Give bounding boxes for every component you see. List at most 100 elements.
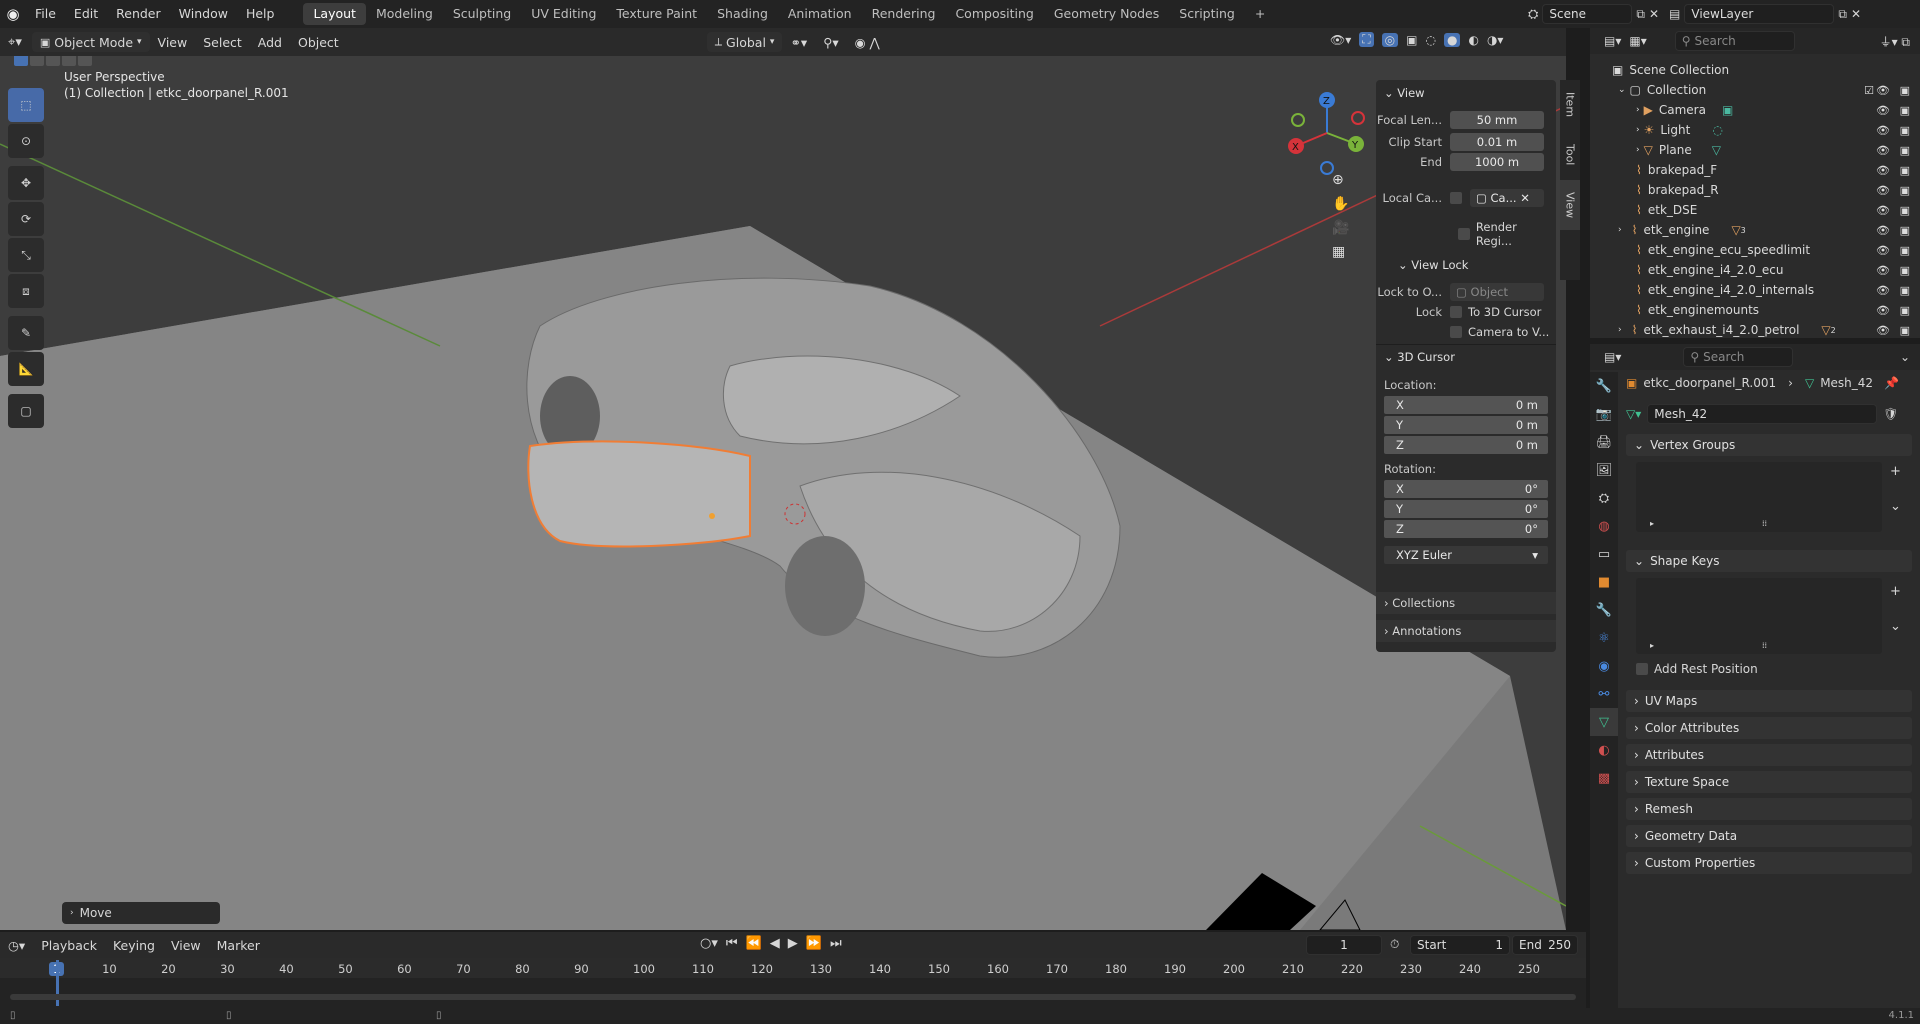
viewport-menu-view[interactable]: View [150, 35, 196, 50]
timeline-menu-view[interactable]: View [163, 938, 209, 953]
eye-icon[interactable]: 👁 [1876, 244, 1890, 257]
end-frame-field[interactable]: End 250 [1512, 935, 1578, 955]
shape-keys-section[interactable]: ⌄ Shape Keys [1626, 550, 1912, 572]
texture-space-section[interactable]: › Texture Space [1626, 771, 1912, 793]
cursor-rotation-x[interactable]: X 0° [1384, 480, 1548, 498]
menu-file[interactable]: File [26, 0, 65, 28]
tab-animation[interactable]: Animation [778, 3, 862, 25]
outliner-row-etk-engine[interactable]: › ⌇ etk_engine ▽ 3 👁 ▣ [1590, 220, 1920, 240]
eye-icon[interactable]: 👁 [1876, 224, 1890, 237]
shape-keys-list[interactable]: ▸ ⁞⁞ [1636, 578, 1882, 654]
start-frame-field[interactable]: Start 1 [1410, 935, 1510, 955]
properties-search-input[interactable]: ⚲ Search [1683, 347, 1794, 367]
shape-key-menu-icon[interactable]: ⌄ [1890, 619, 1901, 634]
modifier-properties-icon[interactable]: 🔧 [1590, 596, 1618, 624]
select-invert-icon[interactable] [78, 56, 92, 66]
mesh-children-icon[interactable]: ▽ [1821, 323, 1830, 337]
rotate-tool-icon[interactable]: ⟳ [8, 202, 44, 236]
clip-start-field[interactable]: 0.01 m [1450, 133, 1544, 151]
chevron-right-icon[interactable]: › [1618, 325, 1622, 335]
outliner-row-camera[interactable]: › ▶ Camera ▣ 👁 ▣ [1590, 100, 1920, 120]
custom-properties-section[interactable]: › Custom Properties [1626, 852, 1912, 874]
viewport-menu-add[interactable]: Add [250, 35, 290, 50]
xray-icon[interactable]: ▣ [1406, 33, 1417, 47]
expand-icon[interactable]: ▸ [1650, 641, 1654, 650]
add-cube-tool-icon[interactable]: ▢ [8, 394, 44, 428]
camera-to-view-checkbox[interactable] [1450, 326, 1462, 338]
resize-handle-icon[interactable]: ⁞⁞ [1762, 641, 1767, 650]
play-reverse-icon[interactable]: ◀ [770, 936, 780, 951]
clip-end-field[interactable]: 1000 m [1450, 153, 1544, 171]
uv-maps-section[interactable]: › UV Maps [1626, 690, 1912, 712]
selected-door-panel[interactable] [527, 440, 751, 548]
render-camera-icon[interactable]: ▣ [1900, 164, 1910, 177]
outliner-row-internals[interactable]: ⌇ etk_engine_i4_2.0_internals 👁 ▣ [1590, 280, 1920, 300]
mesh-data-icon[interactable]: ▽ [1712, 143, 1721, 157]
material-shading-icon[interactable]: ◐ [1468, 33, 1478, 47]
add-vertex-group-icon[interactable]: + [1890, 464, 1901, 479]
select-intersect-icon[interactable] [62, 56, 76, 66]
chevron-right-icon[interactable]: › [1636, 125, 1640, 135]
timeline-editor-type-icon[interactable]: ◷▾ [0, 938, 33, 953]
timeline[interactable]: 1102030405060708090100110120130140150160… [0, 958, 1586, 1008]
timeline-menu-marker[interactable]: Marker [209, 938, 268, 953]
lock-to-object-field[interactable]: ▢ Object [1450, 283, 1544, 301]
chevron-down-icon[interactable]: ⌄ [1384, 350, 1394, 364]
render-camera-icon[interactable]: ▣ [1900, 124, 1910, 137]
chevron-right-icon[interactable]: › [1636, 145, 1640, 155]
select-new-icon[interactable] [14, 56, 28, 66]
timeline-menu-keying[interactable]: Keying [105, 938, 163, 953]
menu-window[interactable]: Window [170, 0, 237, 28]
breadcrumb-object[interactable]: etkc_doorpanel_R.001 [1643, 376, 1776, 390]
gizmo-toggle-icon[interactable]: ⛶ [1359, 32, 1374, 47]
expand-icon[interactable]: ▸ [1650, 519, 1654, 528]
render-camera-icon[interactable]: ▣ [1900, 84, 1910, 97]
viewport-menu-object[interactable]: Object [290, 35, 347, 50]
tab-modeling[interactable]: Modeling [366, 3, 443, 25]
chevron-down-icon[interactable]: ⌄ [1900, 350, 1910, 364]
new-view-layer-icon[interactable]: ⧉ [1838, 7, 1847, 22]
tab-scripting[interactable]: Scripting [1169, 3, 1245, 25]
lock-to-cursor-checkbox[interactable] [1450, 306, 1462, 318]
rendered-shading-icon[interactable]: ◑▾ [1487, 33, 1504, 47]
eye-icon[interactable]: 👁 [1876, 84, 1890, 97]
focal-length-field[interactable]: 50 mm [1450, 111, 1544, 129]
select-box-tool-icon[interactable]: ⬚ [8, 88, 44, 122]
eye-icon[interactable]: 👁 [1876, 324, 1890, 337]
scene-selector[interactable]: Scene [1542, 4, 1633, 24]
constraints-properties-icon[interactable]: ⚯ [1590, 680, 1618, 708]
chevron-right-icon[interactable]: › [1618, 225, 1622, 235]
tab-sculpting[interactable]: Sculpting [443, 3, 521, 25]
particles-properties-icon[interactable]: ⚛ [1590, 624, 1618, 652]
physics-properties-icon[interactable]: ◉ [1590, 652, 1618, 680]
checkbox-icon[interactable]: ☑ [1864, 84, 1874, 97]
menu-help[interactable]: Help [237, 0, 284, 28]
filter-icon[interactable]: ⏚▾ ⧉ [1880, 33, 1910, 50]
navigation-gizmo[interactable]: Z Y X [1282, 88, 1372, 178]
cursor-location-x[interactable]: X 0 m [1384, 396, 1548, 414]
current-frame-field[interactable]: 1 [1306, 935, 1382, 955]
delete-scene-icon[interactable]: ✕ [1649, 7, 1659, 21]
tab-texture-paint[interactable]: Texture Paint [606, 3, 707, 25]
properties-editor-type-icon[interactable]: ▤▾ [1604, 350, 1621, 364]
annotations-section[interactable]: › Annotations [1376, 620, 1556, 642]
tab-shading[interactable]: Shading [707, 3, 778, 25]
add-rest-position-row[interactable]: Add Rest Position [1636, 662, 1758, 676]
tab-view[interactable]: View [1560, 180, 1580, 230]
menu-render[interactable]: Render [107, 0, 170, 28]
move-tool-icon[interactable]: ✥ [8, 166, 44, 200]
camera-view-icon[interactable]: 🎥 [1332, 220, 1349, 236]
scale-tool-icon[interactable]: ⤡ [8, 238, 44, 272]
mesh-browse-icon[interactable]: ▽▾ [1626, 407, 1641, 421]
attributes-section[interactable]: › Attributes [1626, 744, 1912, 766]
tab-compositing[interactable]: Compositing [945, 3, 1043, 25]
render-camera-icon[interactable]: ▣ [1900, 264, 1910, 277]
tab-rendering[interactable]: Rendering [862, 3, 946, 25]
render-camera-icon[interactable]: ▣ [1900, 284, 1910, 297]
tab-geometry-nodes[interactable]: Geometry Nodes [1044, 3, 1169, 25]
view-layer-icon[interactable]: ▤ [1669, 7, 1680, 21]
resize-handle-icon[interactable]: ⁞⁞ [1762, 519, 1767, 528]
vertex-group-menu-icon[interactable]: ⌄ [1890, 499, 1901, 514]
outliner-row-exhaust[interactable]: › ⌇ etk_exhaust_i4_2.0_petrol ▽ 2 👁 ▣ [1590, 320, 1920, 340]
tab-uv-editing[interactable]: UV Editing [521, 3, 606, 25]
